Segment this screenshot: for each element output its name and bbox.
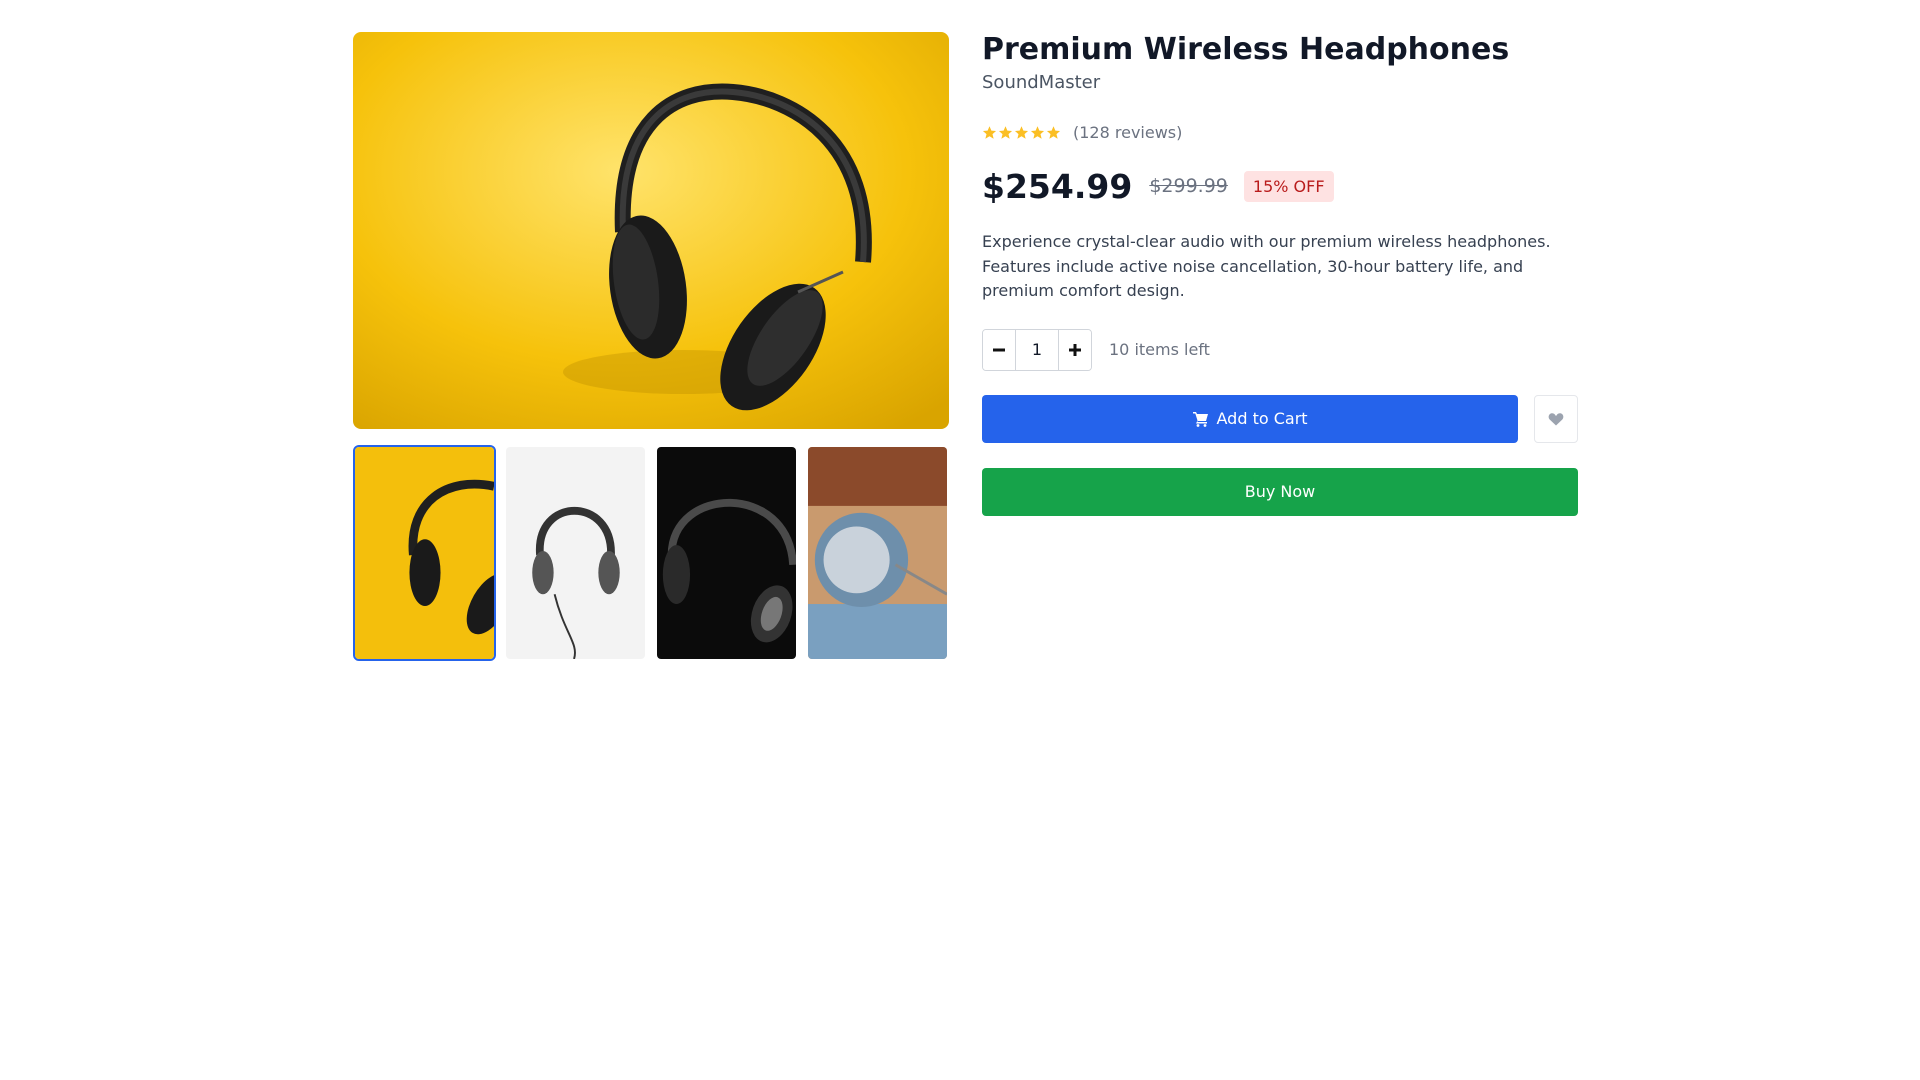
product-brand: SoundMaster	[982, 72, 1101, 93]
add-to-cart-label: Add to Cart	[1216, 409, 1308, 428]
decrease-quantity-button[interactable]	[983, 329, 1015, 370]
quantity-stepper: 1	[982, 328, 1092, 371]
heart-icon	[1548, 412, 1564, 425]
stock-status: 10 items left	[1109, 340, 1210, 359]
rating-row: (128 reviews)	[982, 122, 1578, 142]
product-info: Premium Wireless Headphones SoundMaster …	[982, 32, 1578, 661]
product-title: Premium Wireless Headphones	[982, 32, 1510, 67]
quantity-value[interactable]: 1	[1015, 329, 1059, 370]
minus-icon	[993, 348, 1005, 351]
star-full-icon	[1030, 125, 1045, 139]
star-half-icon	[1046, 125, 1061, 139]
price-row: $254.99 $299.99 15% OFF	[982, 166, 1578, 206]
product-description: Experience crystal-clear audio with our …	[982, 232, 1551, 300]
increase-quantity-button[interactable]	[1059, 329, 1091, 370]
cart-icon	[1192, 411, 1208, 427]
thumbnail-strip	[353, 445, 949, 661]
quantity-row: 1 10 items left	[982, 328, 1578, 371]
star-full-icon	[982, 125, 997, 139]
buy-now-label: Buy Now	[1244, 482, 1316, 501]
product-page: Premium Wireless Headphones SoundMaster …	[353, 32, 1578, 661]
star-full-icon	[1014, 125, 1029, 139]
star-rating	[982, 125, 1061, 140]
review-count[interactable]: (128 reviews)	[1073, 123, 1182, 142]
current-price: $254.99	[982, 166, 1133, 206]
thumbnail-headphones-yellow[interactable]	[353, 445, 496, 661]
cart-actions: Add to Cart	[982, 394, 1578, 443]
star-full-icon	[998, 125, 1013, 139]
main-product-image	[353, 32, 949, 429]
thumbnail-headphones-white[interactable]	[504, 445, 647, 661]
thumbnail-earbud-closeup[interactable]	[806, 445, 949, 661]
original-price: $299.99	[1149, 175, 1228, 197]
thumbnail-headphones-black[interactable]	[655, 445, 798, 661]
buy-now-button[interactable]: Buy Now	[982, 467, 1578, 516]
add-to-cart-button[interactable]: Add to Cart	[982, 394, 1519, 443]
plus-icon	[1069, 343, 1081, 356]
discount-badge: 15% OFF	[1243, 170, 1334, 202]
wishlist-button[interactable]	[1534, 394, 1578, 443]
product-gallery	[353, 32, 949, 661]
